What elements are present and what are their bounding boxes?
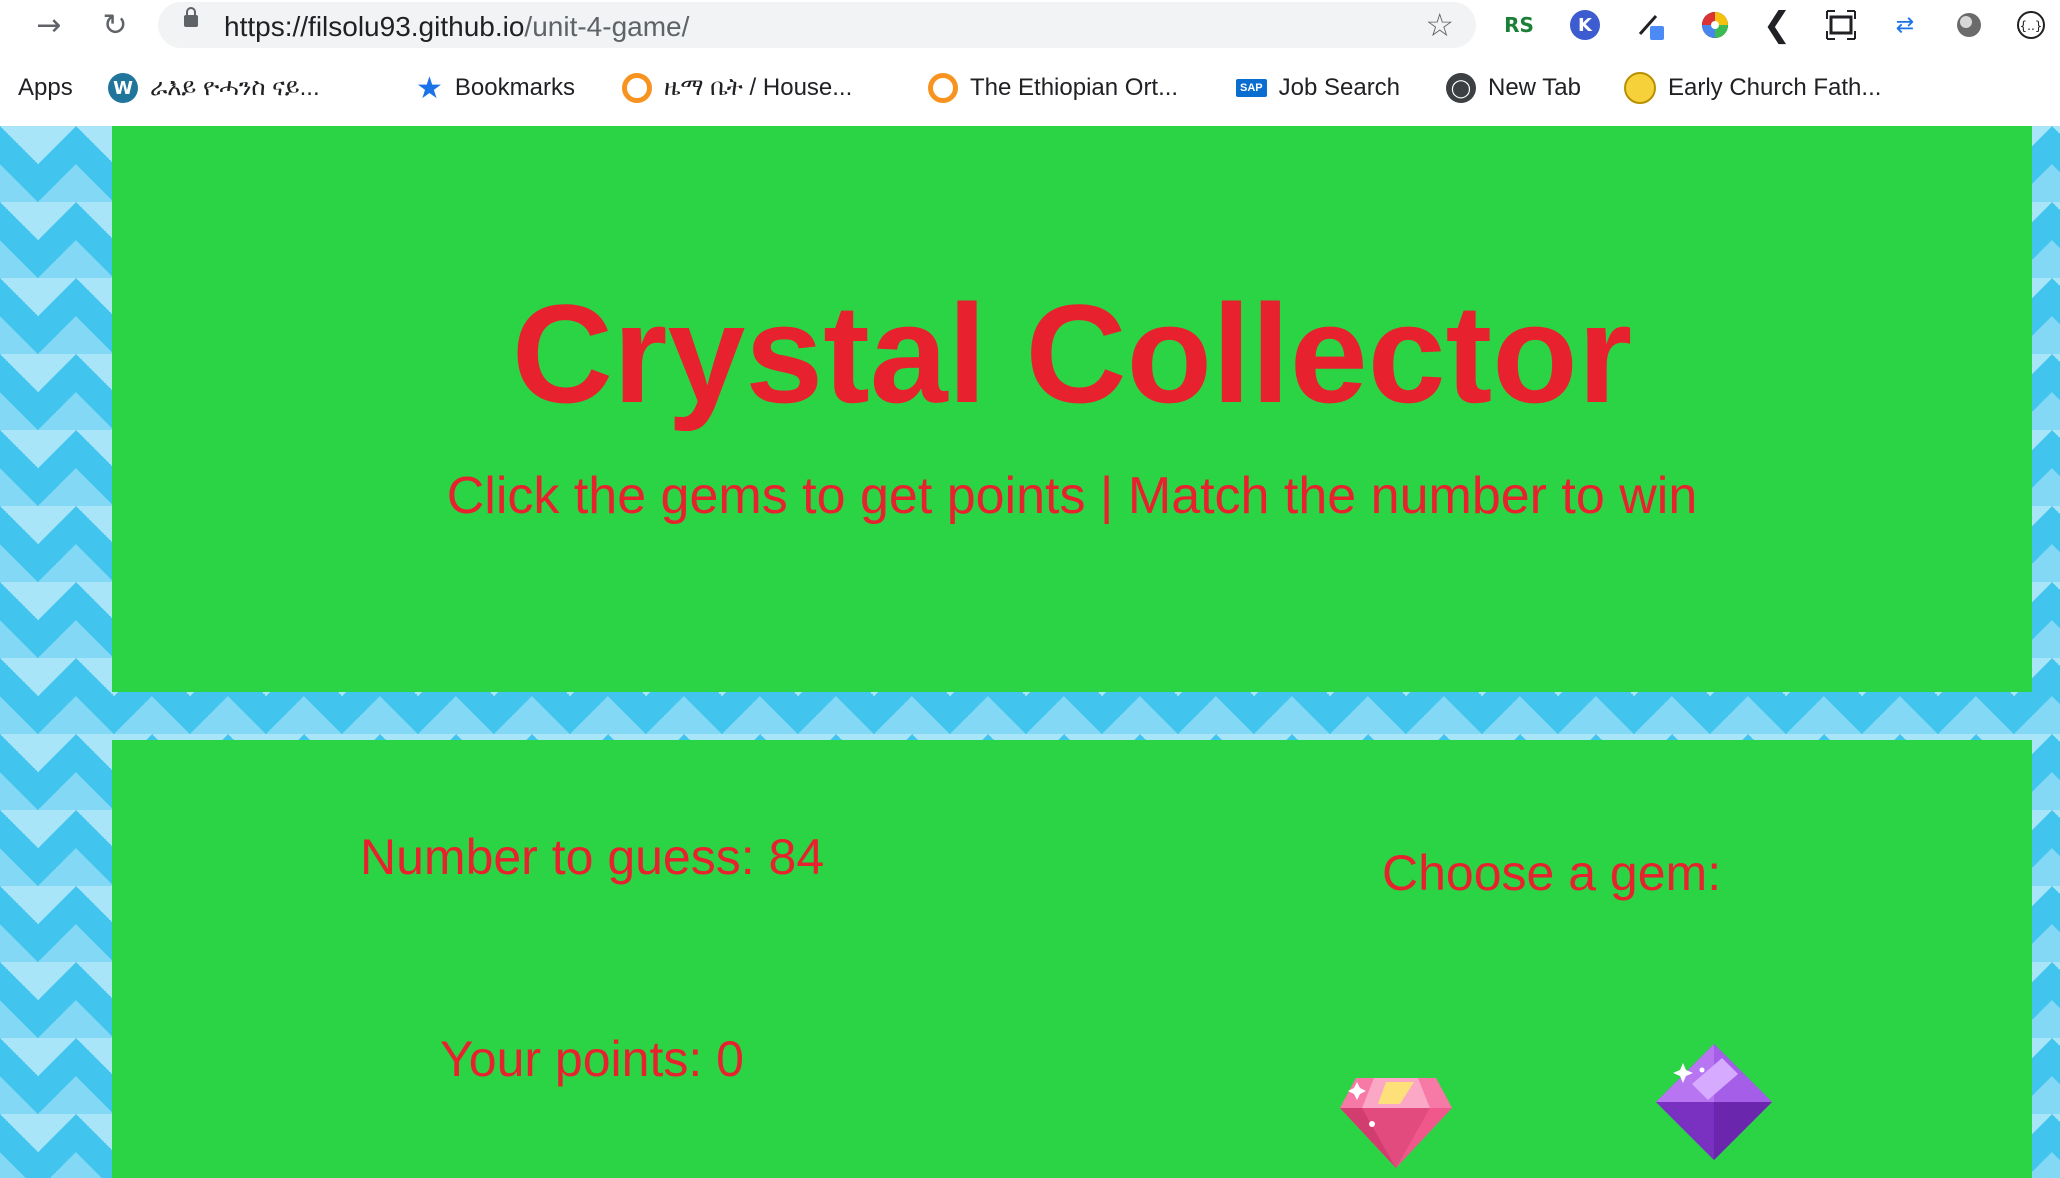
pink-diamond-gem[interactable] — [1334, 1058, 1458, 1178]
color-wheel-icon[interactable] — [1698, 8, 1732, 42]
reload-icon[interactable]: ↻ — [96, 6, 134, 44]
sap-icon: SAP — [1236, 79, 1267, 97]
lock-icon — [184, 7, 198, 27]
bookmark-apps[interactable]: Apps — [18, 66, 73, 110]
page-background: Crystal Collector Click the gems to get … — [0, 126, 2060, 1178]
bookmark-ethiopian-orthodox[interactable]: The Ethiopian Ort... — [928, 66, 1178, 110]
wordpress-icon: W — [108, 73, 138, 103]
choose-gem-label: Choose a gem: — [1382, 845, 1722, 901]
back-chevron-icon[interactable]: ❮ — [1760, 5, 1794, 45]
globe-icon: ◯ — [1446, 73, 1476, 103]
coin-icon — [1624, 72, 1656, 104]
address-bar[interactable]: https://filsolu93.github.io/unit-4-game/… — [158, 2, 1476, 48]
game-panel: Number to guess: 84 Your points: 0 Choos… — [112, 740, 2032, 1178]
bookmark-bookmarks[interactable]: ★ Bookmarks — [416, 66, 575, 110]
orange-ring-icon — [928, 73, 958, 103]
browser-toolbar: → ↻ https://filsolu93.github.io/unit-4-g… — [0, 0, 2060, 50]
bookmark-early-church[interactable]: Early Church Fath... — [1624, 66, 1881, 110]
url-text: https://filsolu93.github.io/unit-4-game/ — [224, 11, 690, 42]
purple-crystal-icon — [1656, 1044, 1772, 1160]
page-subtitle: Click the gems to get points | Match the… — [446, 467, 1698, 525]
orange-ring-icon — [622, 73, 652, 103]
target-number: Number to guess: 84 — [360, 829, 825, 885]
purple-crystal-gem[interactable] — [1652, 1040, 1776, 1164]
bookmark-wordpress[interactable]: W ራእይ ዮሓንስ ናይ... — [108, 66, 320, 110]
score-display: Your points: 0 — [440, 1031, 744, 1087]
screenshot-frame-icon[interactable] — [1824, 8, 1858, 42]
star-icon: ★ — [416, 70, 443, 106]
bookmark-new-tab[interactable]: ◯ New Tab — [1446, 66, 1581, 110]
sphere-extension-icon[interactable] — [1952, 8, 1986, 42]
header-panel: Crystal Collector Click the gems to get … — [112, 126, 2032, 692]
extension-rs-icon[interactable]: RS — [1502, 8, 1536, 42]
eyedropper-icon[interactable] — [1634, 8, 1668, 42]
bookmarks-bar: Apps W ራእይ ዮሓንስ ናይ... ★ Bookmarks ዜማ ቤት … — [0, 66, 2060, 110]
extension-circle-icon[interactable]: {..} — [2014, 8, 2048, 42]
bookmark-star-icon[interactable]: ☆ — [1425, 6, 1454, 44]
bookmark-house[interactable]: ዜማ ቤት / House... — [622, 66, 852, 110]
forward-arrow-icon[interactable]: → — [30, 6, 68, 44]
page-title: Crystal Collector — [511, 275, 1633, 432]
pink-diamond-icon — [1340, 1078, 1452, 1168]
svg-text:{..}: {..} — [2020, 19, 2043, 33]
bookmark-job-search[interactable]: SAP Job Search — [1236, 66, 1400, 110]
extension-k-icon[interactable]: K — [1568, 8, 1602, 42]
swap-arrows-icon[interactable]: ⇄ — [1888, 8, 1922, 42]
